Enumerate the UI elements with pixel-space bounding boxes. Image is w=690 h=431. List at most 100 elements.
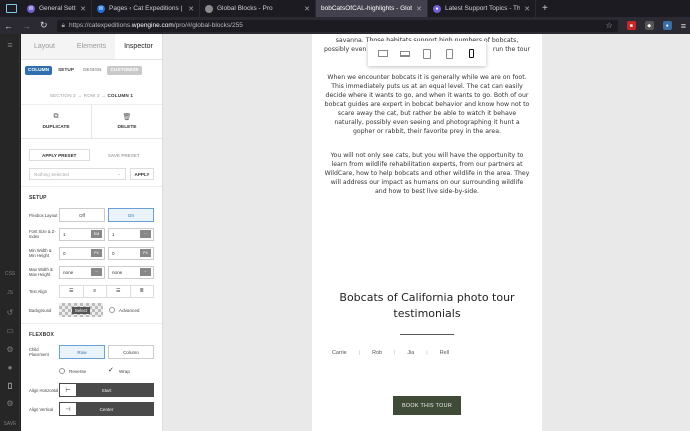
tablet-portrait-icon[interactable] [443,48,455,60]
unit-selector[interactable]: EM [91,230,102,238]
address-bar[interactable]: 🔒︎ https://catexpeditions.wpengine.com/p… [56,19,618,32]
testimonial-name[interactable]: Jia [394,350,414,356]
extension-icon[interactable]: ● [662,21,672,30]
inspector-panel: Layout Elements Inspector COLUMN SETUP D… [21,34,163,431]
align-left-icon[interactable]: ☰ [59,284,84,298]
reverse-checkbox[interactable]: Reverse [59,368,105,374]
js-button[interactable]: JS [0,290,20,296]
max-width-input[interactable]: none ··· [59,265,105,279]
z-index-input[interactable]: 1 ··· [108,227,154,241]
chevron-down-icon: ⌄ [117,171,121,176]
page-preview[interactable]: savanna. Those habitats support high num… [312,34,542,431]
align-right-icon[interactable]: ☰ [107,284,131,298]
close-tab-icon[interactable]: ✕ [524,5,530,13]
apply-button[interactable]: APPLY [130,168,154,180]
browser-tab-active[interactable]: bobCatsOfCAL-highlights - Global ✕ [316,0,428,17]
panel-tabs: Layout Elements Inspector [21,34,162,60]
save-button[interactable]: SAVE [0,421,20,427]
subtab-design[interactable]: DESIGN [80,66,104,75]
wrap-checkbox[interactable]: ✓ Wrap [108,367,154,374]
gear-icon[interactable]: ⚙ [4,397,16,409]
max-height-input[interactable]: none ··· [108,265,154,279]
element-actions: ⧉ DUPLICATE 🗑︎ DELETE [21,105,162,139]
history-icon[interactable]: ↺ [4,306,16,318]
placement-column-toggle[interactable]: Column [108,345,154,359]
save-preset-button[interactable]: SAVE PRESET [93,149,154,161]
browser-nav-bar: ← → ↻ 🔒︎ https://catexpeditions.wpengine… [0,17,690,34]
close-tab-icon[interactable]: ✕ [416,5,422,13]
testimonials-heading: Bobcats of California photo tour testimo… [339,291,515,320]
settings-icon[interactable]: ⚙ [4,343,16,355]
delete-button[interactable]: 🗑︎ DELETE [91,105,162,138]
close-tab-icon[interactable]: ✕ [188,5,194,13]
browser-tab[interactable]: W Pages ‹ Cat Expeditions | Ethical Fe ✕ [92,0,200,17]
browser-tab[interactable]: Global Blocks - Pro ✕ [200,0,316,17]
extension-icon[interactable]: ◆ [644,21,654,30]
divider [400,334,454,335]
background-picker[interactable]: Select [59,303,103,317]
support-icon: ● [433,4,441,13]
field-label: Min Width & Min Height [29,248,52,258]
browser-tab[interactable]: ● Latest Support Topics - Themc ✕ [428,0,536,17]
builder-canvas: savanna. Those habitats support high num… [163,34,690,431]
testimonial-name[interactable]: Rell [426,350,449,356]
tab-inspector[interactable]: Inspector [115,34,162,59]
align-justify-icon[interactable]: ≣ [130,284,154,298]
close-tab-icon[interactable]: ✕ [80,5,86,13]
bookmark-star-icon[interactable]: ☆ [606,21,613,30]
reload-icon[interactable]: ↻ [40,20,48,31]
preset-select[interactable]: Nothing Selected ⌄ [29,168,126,180]
placement-row-toggle[interactable]: Row [59,345,105,359]
subtab-setup[interactable]: SETUP [55,66,77,75]
unit-selector[interactable]: PX [140,249,151,257]
more-icon[interactable]: ··· [140,230,151,238]
unit-selector[interactable]: PX [91,249,102,257]
css-button[interactable]: CSS [0,271,20,277]
duplicate-button[interactable]: ⧉ DUPLICATE [21,105,91,138]
testimonial-name[interactable]: Rob [359,350,382,356]
desktop-icon[interactable] [377,48,389,60]
flexbox-on-toggle[interactable]: On [108,208,154,222]
browser-tab[interactable]: W General Settings ‹ Cat Expeditions ✕ [22,0,92,17]
menu-icon[interactable]: ≡ [681,21,686,31]
window-icon [5,4,17,13]
advanced-toggle[interactable]: Advanced [109,307,154,313]
laptop-icon[interactable] [399,48,411,60]
back-icon[interactable]: ← [4,21,13,31]
subtab-customize[interactable]: CUSTOMIZE [107,66,142,75]
subtab-column[interactable]: COLUMN [25,66,53,75]
tab-layout[interactable]: Layout [21,34,68,59]
align-center-icon[interactable]: ≡ [83,284,107,298]
layout-icon[interactable]: ▭ [4,324,16,336]
more-icon[interactable]: ··· [91,268,102,276]
book-tour-button[interactable]: BOOK THIS TOUR [393,396,461,415]
field-label: Max Width & Max Height [29,267,53,277]
align-horizontal-select[interactable]: ⊢ Start [59,383,154,397]
font-size-input[interactable]: 1 EM [59,227,105,241]
min-height-input[interactable]: 0 PX [108,246,154,260]
field-label: Align Horizontal [29,387,59,393]
info-icon[interactable]: ● [4,361,16,373]
align-center-icon: ⊣ [59,402,77,416]
extension-icon[interactable]: ■ [626,21,636,30]
tab-overview-button[interactable] [0,0,22,17]
close-tab-icon[interactable]: ✕ [304,5,310,13]
tablet-landscape-icon[interactable] [421,48,433,60]
mobile-icon[interactable] [465,48,477,60]
mobile-preview-icon[interactable]: ▯ [4,379,16,391]
forward-icon[interactable]: → [22,21,31,31]
min-width-input[interactable]: 0 PX [59,246,105,260]
align-start-icon: ⊢ [59,383,77,397]
new-tab-button[interactable]: + [536,3,554,14]
setup-section: SETUP Flexbox Layout Off On Font Size & … [21,187,162,324]
tab-elements[interactable]: Elements [68,34,115,59]
inspector-subtabs: COLUMN SETUP DESIGN CUSTOMIZE [21,60,162,80]
testimonial-name[interactable]: Carrie [332,350,347,356]
flexbox-off-toggle[interactable]: Off [59,208,105,222]
field-label: Flexbox Layout [29,212,58,218]
align-vertical-select[interactable]: ⊣ Center [59,402,154,416]
wordpress-icon: W [27,4,35,13]
apply-preset-button[interactable]: APPLY PRESET [29,149,90,161]
hamburger-menu-icon[interactable]: ≡ [4,39,16,51]
more-icon[interactable]: ··· [140,268,151,276]
